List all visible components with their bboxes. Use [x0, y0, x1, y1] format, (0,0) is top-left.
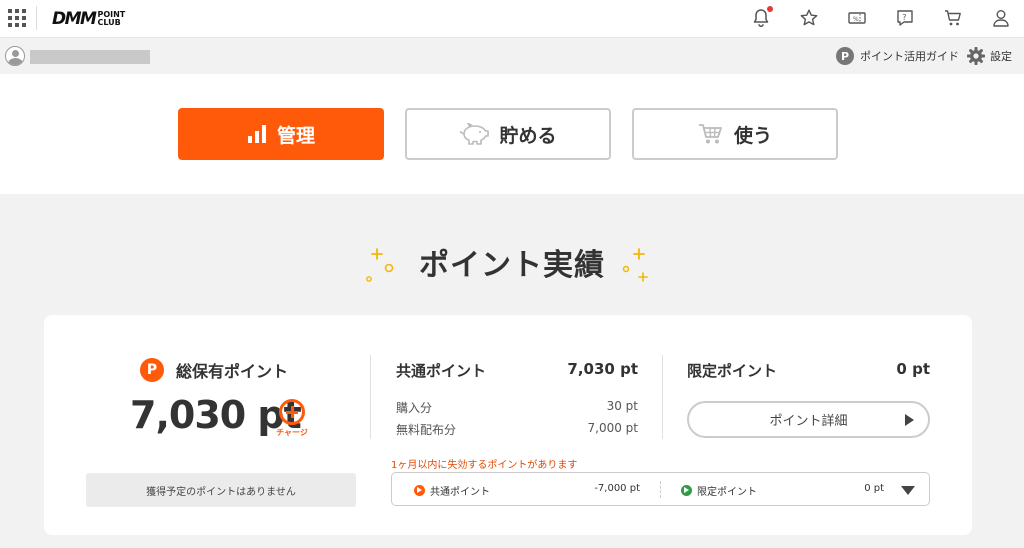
- notification-dot: [767, 6, 773, 12]
- charge-label: チャージ: [276, 428, 308, 437]
- settings-link[interactable]: 設定: [966, 46, 1012, 66]
- svg-text:%: %: [853, 16, 859, 23]
- pending-points-message: 獲得予定のポイントはありません: [86, 473, 356, 507]
- common-point-icon: [414, 485, 425, 496]
- plus-circle-icon: [279, 399, 305, 425]
- tab-use[interactable]: 使う: [632, 108, 838, 160]
- gear-icon: [967, 47, 985, 65]
- help-icon[interactable]: ?: [893, 6, 917, 30]
- cart-icon[interactable]: [941, 6, 965, 30]
- piggy-bank-icon: [460, 123, 490, 145]
- username-redacted: [30, 50, 150, 64]
- expiring-limited-value: 0 pt: [864, 483, 884, 494]
- tab-use-label: 使う: [733, 124, 772, 147]
- logo-sub-text: POINT CLUB: [97, 11, 125, 27]
- free-points-row: 無料配布分 7,000 pt: [396, 421, 638, 438]
- dmm-point-club-logo[interactable]: DMM POINT CLUB: [52, 7, 125, 31]
- page-title: ポイント実績: [419, 248, 605, 283]
- charge-button[interactable]: チャージ: [274, 399, 310, 438]
- top-header: DMM POINT CLUB % ?: [0, 0, 1024, 38]
- user-bar: P ポイント活用ガイド 設定: [0, 38, 1024, 74]
- avatar-icon[interactable]: [5, 46, 25, 66]
- expiring-warning: 1ヶ月以内に失効するポイントがあります: [391, 460, 578, 471]
- free-points-value: 7,000 pt: [587, 421, 639, 435]
- tab-manage-label: 管理: [276, 124, 315, 147]
- star-icon[interactable]: [797, 6, 821, 30]
- point-guide-label: ポイント活用ガイド: [860, 50, 959, 63]
- point-detail-button[interactable]: ポイント詳細: [687, 401, 930, 438]
- expiring-common-item: 共通ポイント: [414, 483, 490, 498]
- logo-sub-bottom: CLUB: [97, 18, 121, 27]
- apps-grid-icon[interactable]: [8, 9, 26, 27]
- total-points-heading: P 総保有ポイント: [140, 358, 288, 382]
- tab-save-label: 貯める: [499, 124, 557, 147]
- expiring-points-accordion[interactable]: 共通ポイント -7,000 pt 限定ポイント 0 pt: [391, 472, 930, 506]
- common-points-value: 7,030 pt: [567, 360, 638, 378]
- limited-point-icon: [681, 485, 692, 496]
- total-points-label: 総保有ポイント: [176, 362, 289, 381]
- expiring-limited-item: 限定ポイント: [681, 483, 757, 498]
- limited-points-label: 限定ポイント: [687, 362, 778, 380]
- free-points-label: 無料配布分: [396, 423, 457, 437]
- svg-text:?: ?: [902, 13, 906, 22]
- tabs-area: 管理 貯める 使う: [0, 74, 1024, 194]
- limited-points-value: 0 pt: [896, 360, 930, 378]
- expiring-limited-label: 限定ポイント: [697, 487, 757, 498]
- point-guide-link[interactable]: P ポイント活用ガイド: [836, 47, 959, 65]
- column-divider: [662, 355, 663, 439]
- expiring-divider: [660, 481, 661, 498]
- point-detail-label: ポイント詳細: [769, 414, 848, 429]
- column-divider: [370, 355, 371, 439]
- purchased-points-value: 30 pt: [606, 399, 638, 413]
- header-divider: [36, 6, 37, 30]
- point-badge-icon: P: [140, 358, 164, 382]
- purchased-points-row: 購入分 30 pt: [396, 399, 638, 416]
- bell-icon[interactable]: [749, 6, 773, 30]
- tab-save[interactable]: 貯める: [405, 108, 611, 160]
- chevron-down-icon[interactable]: [901, 486, 915, 495]
- purchased-points-label: 購入分: [396, 401, 433, 415]
- sparkle-right-icon: [622, 248, 648, 282]
- tab-manage[interactable]: 管理: [178, 108, 384, 160]
- expiring-common-label: 共通ポイント: [430, 487, 490, 498]
- logo-main-text: DMM: [52, 9, 97, 29]
- settings-label: 設定: [990, 50, 1012, 63]
- points-summary-card: P 総保有ポイント 7,030 pt チャージ 獲得予定のポイントはありません …: [44, 315, 972, 535]
- common-points-label: 共通ポイント: [396, 362, 487, 380]
- coupon-icon[interactable]: %: [845, 6, 869, 30]
- user-icon[interactable]: [989, 6, 1013, 30]
- play-arrow-icon: [905, 414, 914, 426]
- expiring-common-value: -7,000 pt: [594, 483, 640, 494]
- point-badge-icon: P: [836, 47, 854, 65]
- cart-icon: [698, 124, 722, 144]
- bar-chart-icon: [247, 125, 266, 143]
